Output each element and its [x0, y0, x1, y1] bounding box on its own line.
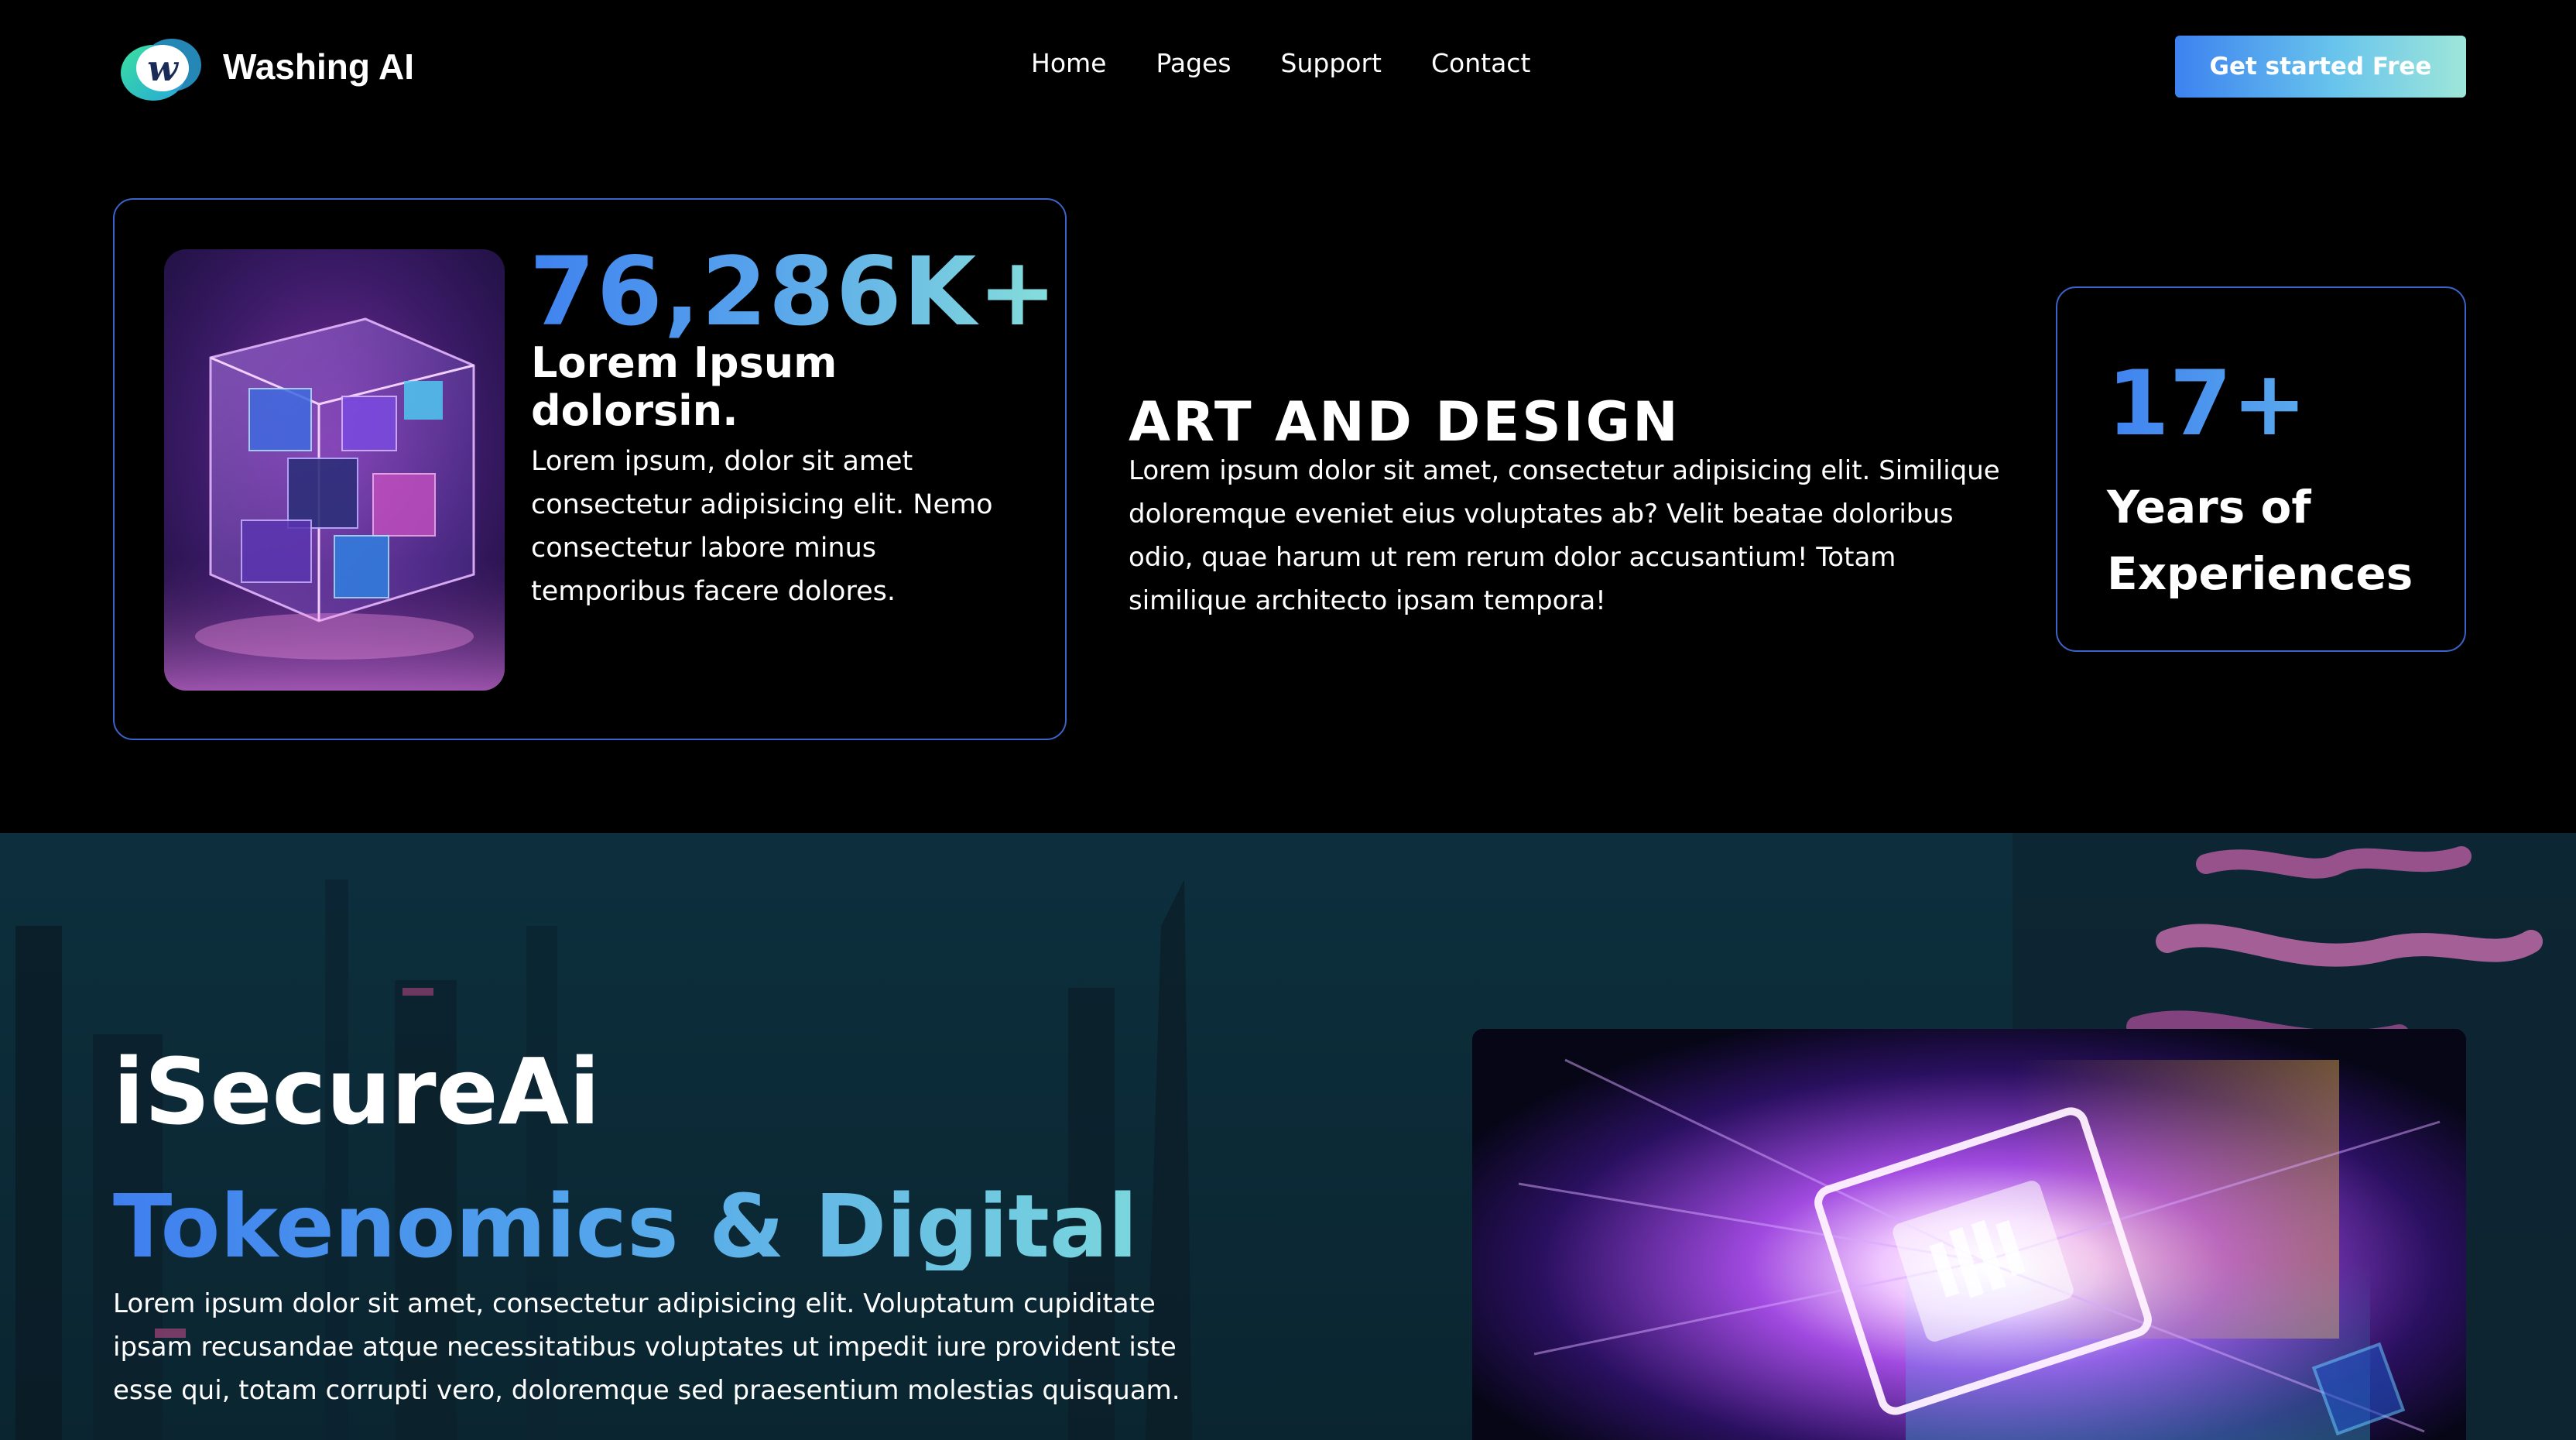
brand-name: Washing AI — [223, 46, 415, 87]
main-menu: Home Pages Support Contact — [1031, 48, 1530, 78]
art-design-title: ART AND DESIGN — [1129, 390, 1680, 454]
glowing-chip-image — [1472, 1029, 2466, 1440]
hero-section: iSecureAi Tokenomics & Digital Lorem ips… — [0, 833, 2576, 1440]
stats-card: 76,286K+ Lorem Ipsum dolorsin. Lorem ips… — [113, 198, 1067, 740]
nav-support[interactable]: Support — [1281, 48, 1382, 78]
nav-pages[interactable]: Pages — [1156, 48, 1231, 78]
years-card: 17+ Years of Experiences — [2056, 286, 2466, 652]
hero-subtitle: Tokenomics & Digital — [113, 1176, 1138, 1277]
brand[interactable]: w Washing AI — [116, 28, 414, 105]
years-label: Years of Experiences — [2107, 481, 2413, 600]
svg-text:w: w — [147, 47, 179, 89]
hero-title: iSecureAi — [113, 1038, 601, 1146]
glowing-cube-image — [164, 249, 505, 691]
top-nav: w Washing AI Home Pages Support Contact … — [0, 0, 2576, 132]
stat-description: Lorem ipsum, dolor sit amet consectetur … — [531, 446, 993, 607]
art-design-description: Lorem ipsum dolor sit amet, consectetur … — [1129, 455, 2000, 616]
stat-number: 76,286K+ — [529, 237, 1059, 347]
years-number: 17+ — [2107, 351, 2307, 456]
nav-contact[interactable]: Contact — [1431, 48, 1530, 78]
page: w Washing AI Home Pages Support Contact … — [0, 0, 2576, 1440]
get-started-button[interactable]: Get started Free — [2175, 36, 2466, 98]
hero-description: Lorem ipsum dolor sit amet, consectetur … — [113, 1288, 1180, 1406]
nav-home[interactable]: Home — [1031, 48, 1106, 78]
stat-heading: Lorem Ipsum dolorsin. — [531, 338, 838, 435]
w-letter-logo-icon: w — [116, 28, 209, 105]
